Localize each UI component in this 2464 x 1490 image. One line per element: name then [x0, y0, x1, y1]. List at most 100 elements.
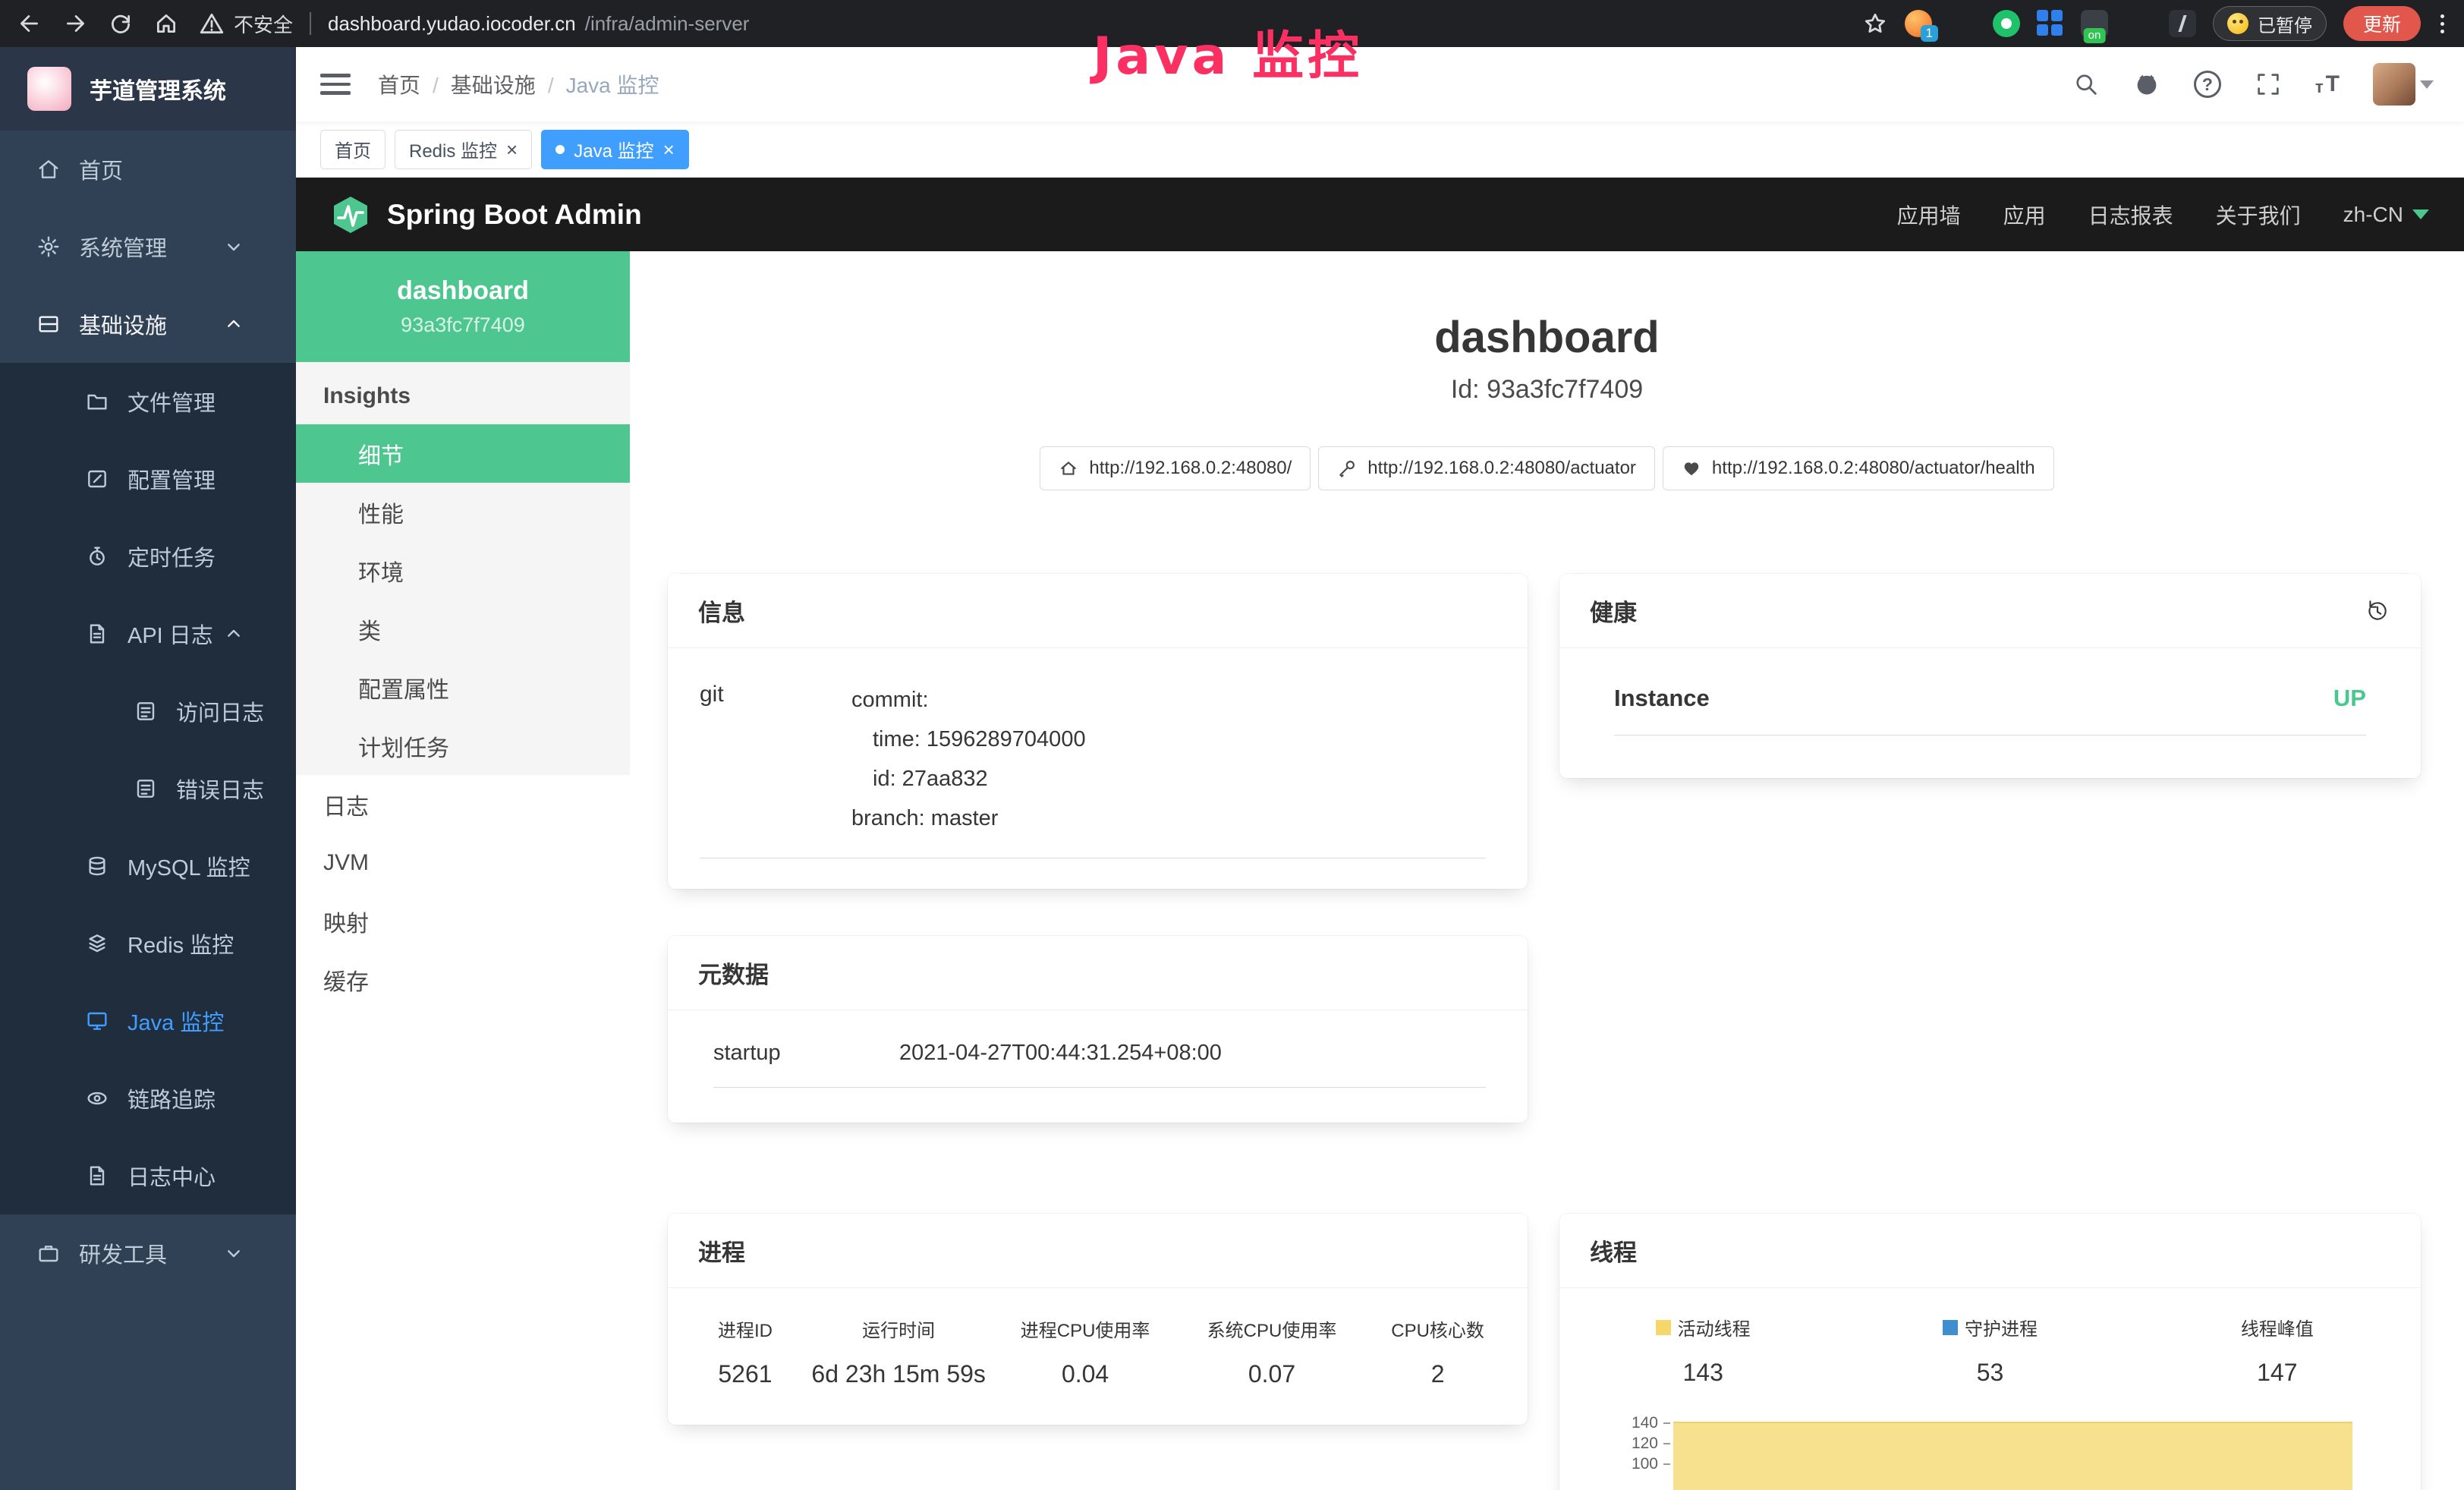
- cards-row-1: 信息 git commit: time: 1596289704000: [668, 574, 2421, 1123]
- security-label[interactable]: 不安全: [234, 10, 293, 38]
- sba-menu-classes[interactable]: 类: [296, 600, 630, 658]
- header-actions: [2072, 63, 2434, 106]
- health-url-link[interactable]: http://192.168.0.2:48080/actuator/health: [1663, 446, 2054, 490]
- locale-selector[interactable]: zh-CN: [2343, 203, 2429, 227]
- sidebar-item-api-logs[interactable]: API 日志: [0, 595, 296, 673]
- insights-group: Insights 细节 性能 环境 类 配置属性 计划任务: [296, 362, 630, 775]
- cards-col-left: 信息 git commit: time: 1596289704000: [668, 574, 1528, 1123]
- tab-java-monitor[interactable]: Java 监控: [541, 130, 689, 169]
- folder-icon: [85, 389, 109, 414]
- sba-menu-loggers[interactable]: 日志: [296, 775, 630, 833]
- sidebar-item-error-logs[interactable]: 错误日志: [0, 750, 296, 827]
- health-card-title: 健康: [1559, 574, 2421, 648]
- sidebar-item-config-management[interactable]: 配置管理: [0, 440, 296, 518]
- tab-redis-monitor[interactable]: Redis 监控: [395, 130, 532, 169]
- info-row-value: commit: time: 1596289704000 id: 27aa832 …: [851, 680, 1086, 838]
- sba-menu-jvm[interactable]: JVM: [296, 833, 630, 892]
- sba-menu-scheduled-tasks[interactable]: 计划任务: [296, 717, 630, 775]
- user-menu[interactable]: [2373, 63, 2434, 106]
- sba-menu-details[interactable]: 细节: [296, 424, 630, 483]
- close-tab-icon[interactable]: [506, 140, 518, 159]
- instance-header[interactable]: dashboard 93a3fc7f7409: [296, 251, 630, 362]
- instance-id: 93a3fc7f7409: [401, 313, 525, 337]
- github-icon[interactable]: [2133, 71, 2160, 98]
- legend-swatch-live: [1656, 1320, 1671, 1335]
- gear-icon: [36, 235, 61, 259]
- service-url-link[interactable]: http://192.168.0.2:48080/: [1040, 446, 1311, 490]
- sba-menu-metrics[interactable]: 性能: [296, 483, 630, 541]
- sba-menu-config-props[interactable]: 配置属性: [296, 658, 630, 717]
- bookmark-star-icon[interactable]: [1862, 11, 1888, 36]
- close-tab-icon[interactable]: [663, 140, 675, 159]
- update-button[interactable]: 更新: [2343, 6, 2421, 41]
- extension-icon-2[interactable]: [1949, 10, 1976, 37]
- actuator-url-link[interactable]: http://192.168.0.2:48080/actuator: [1318, 446, 1655, 490]
- sba-nav-journal[interactable]: 日志报表: [2088, 200, 2173, 230]
- legend-swatch-daemon: [1943, 1320, 1958, 1335]
- threads-card-body: 活动线程 143 守护进程 53: [1559, 1288, 2421, 1490]
- security-warning-icon: [199, 11, 225, 36]
- sba-menu-environment[interactable]: 环境: [296, 541, 630, 600]
- sba-menu-mappings[interactable]: 映射: [296, 892, 630, 950]
- sidebar-item-mysql-monitor[interactable]: MySQL 监控: [0, 827, 296, 905]
- sba-brand[interactable]: Spring Boot Admin: [331, 195, 642, 235]
- system-cpu-cell: 系统CPU使用率 0.07: [1181, 1315, 1363, 1388]
- process-cpu-cell: 进程CPU使用率 0.04: [990, 1315, 1180, 1388]
- sba-menu-caches[interactable]: 缓存: [296, 950, 630, 1009]
- tab-home[interactable]: 首页: [320, 130, 385, 169]
- help-icon[interactable]: [2194, 71, 2221, 98]
- metadata-card-title: 元数据: [668, 936, 1528, 1010]
- history-icon[interactable]: [2365, 598, 2390, 624]
- info-row-git: git commit: time: 1596289704000 id: 27aa…: [700, 680, 1486, 858]
- sidebar-item-infrastructure[interactable]: 基础设施: [0, 285, 296, 363]
- breadcrumb-home[interactable]: 首页: [378, 69, 451, 99]
- fullscreen-icon[interactable]: [2255, 71, 2282, 98]
- sba-nav-applications[interactable]: 应用: [2003, 200, 2046, 230]
- breadcrumb-infrastructure[interactable]: 基础设施: [451, 69, 566, 99]
- sidebar-item-java-monitor[interactable]: Java 监控: [0, 982, 296, 1060]
- browser-menu-dots-icon[interactable]: [2437, 14, 2447, 33]
- sidebar-item-file-management[interactable]: 文件管理: [0, 363, 296, 440]
- sidebar-item-home[interactable]: 首页: [0, 131, 296, 208]
- sidebar-item-system-management[interactable]: 系统管理: [0, 208, 296, 285]
- sidebar-item-log-center[interactable]: 日志中心: [0, 1137, 296, 1214]
- threads-chart: 140 120 100: [1559, 1407, 2421, 1490]
- home-nav-icon[interactable]: [153, 11, 179, 36]
- address-bar[interactable]: 不安全 dashboard.yudao.iocoder.cn/infra/adm…: [199, 10, 749, 38]
- threads-legend: 活动线程 143 守护进程 53: [1559, 1314, 2421, 1387]
- back-icon[interactable]: [17, 11, 42, 36]
- sidebar-item-access-logs[interactable]: 访问日志: [0, 673, 296, 750]
- font-size-icon[interactable]: [2315, 73, 2340, 96]
- sba-nav-wallboard[interactable]: 应用墙: [1897, 200, 1961, 230]
- git-branch-line: branch: master: [851, 799, 1086, 838]
- tab-label: Java 监控: [574, 136, 653, 162]
- health-url-label: http://192.168.0.2:48080/actuator/health: [1712, 458, 2035, 479]
- threads-card: 线程 活动线程 143: [1559, 1214, 2421, 1490]
- document-icon: [85, 622, 109, 646]
- forward-icon[interactable]: [62, 11, 88, 36]
- url-path: /infra/admin-server: [585, 12, 750, 36]
- peak-threads-cell: 线程峰值 147: [2134, 1314, 2421, 1387]
- reload-icon[interactable]: [108, 11, 134, 36]
- sidebar-item-redis-monitor[interactable]: Redis 监控: [0, 905, 296, 982]
- extension-icon-4[interactable]: [2037, 10, 2064, 37]
- sidebar-item-link-tracing[interactable]: 链路追踪: [0, 1060, 296, 1137]
- extension-icon-3[interactable]: [1993, 10, 2020, 37]
- chevron-down-icon: [222, 235, 246, 259]
- sidebar-item-dev-tools[interactable]: 研发工具: [0, 1214, 296, 1292]
- paused-badge[interactable]: 已暂停: [2213, 6, 2327, 41]
- extension-icon-1[interactable]: 1: [1905, 10, 1932, 37]
- sidebar-item-scheduled-jobs[interactable]: 定时任务: [0, 518, 296, 595]
- main-area: 首页 基础设施 Java 监控: [296, 47, 2464, 1490]
- search-icon[interactable]: [2072, 71, 2100, 98]
- extension-icon-7[interactable]: [2169, 10, 2196, 37]
- hamburger-icon[interactable]: [320, 74, 351, 95]
- extension-icon-5[interactable]: on: [2081, 10, 2108, 37]
- sba-nav: 应用墙 应用 日志报表 关于我们 zh-CN: [1897, 200, 2429, 230]
- app-logo[interactable]: 芋道管理系统: [0, 47, 296, 131]
- extension-icon-6[interactable]: [2125, 10, 2152, 37]
- chevron-down-icon: [2412, 209, 2429, 219]
- health-card-body: Instance UP: [1559, 648, 2421, 778]
- sba-nav-about[interactable]: 关于我们: [2216, 200, 2301, 230]
- access-log-icon: [134, 699, 158, 723]
